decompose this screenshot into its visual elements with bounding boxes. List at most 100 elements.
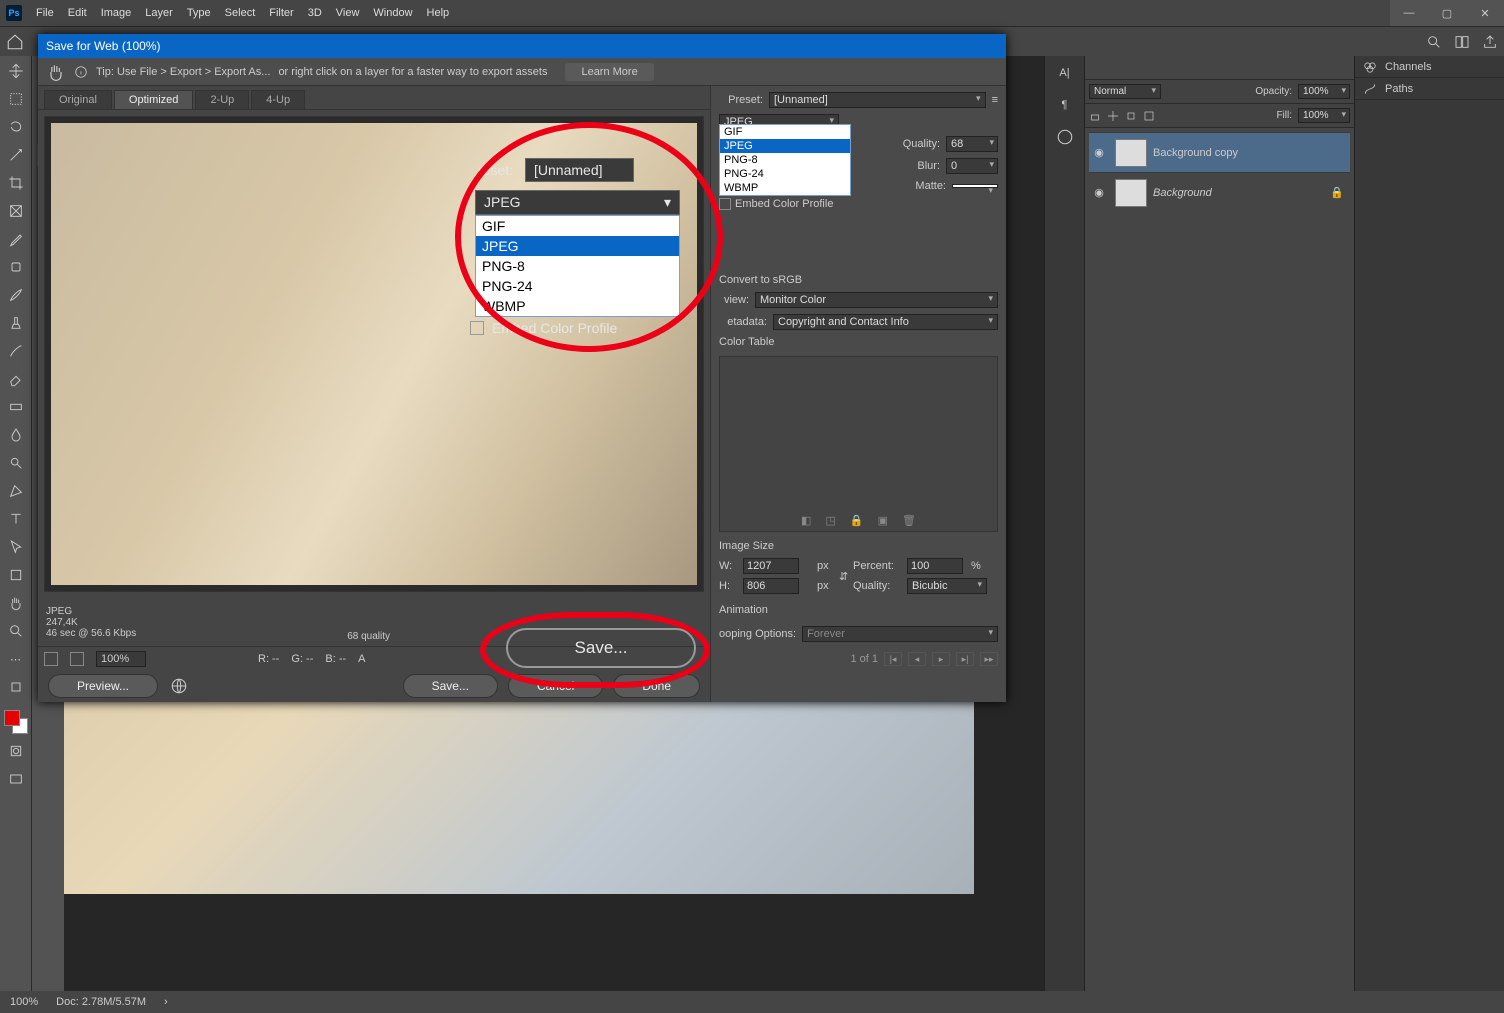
- more-tools[interactable]: ⋯: [4, 648, 28, 670]
- done-button[interactable]: Done: [613, 674, 700, 698]
- menu-layer[interactable]: Layer: [145, 7, 173, 19]
- close-button[interactable]: ✕: [1466, 0, 1504, 26]
- layer-name[interactable]: Background copy: [1153, 147, 1350, 159]
- first-frame-button[interactable]: |◂: [884, 652, 902, 666]
- next-frame-button[interactable]: ▸|: [956, 652, 974, 666]
- path-select-tool[interactable]: [4, 536, 28, 558]
- paths-tab[interactable]: Paths: [1355, 78, 1504, 100]
- color-swatches[interactable]: [4, 710, 28, 734]
- format-option-jpeg[interactable]: JPEG: [720, 139, 850, 153]
- percent-input[interactable]: [907, 558, 963, 574]
- pen-tool[interactable]: [4, 480, 28, 502]
- stamp-tool[interactable]: [4, 312, 28, 334]
- blur-tool[interactable]: [4, 424, 28, 446]
- hand-icon[interactable]: [46, 62, 66, 82]
- maximize-button[interactable]: ▢: [1428, 0, 1466, 26]
- last-frame-button[interactable]: ▸▸: [980, 652, 998, 666]
- menu-select[interactable]: Select: [225, 7, 256, 19]
- share-icon[interactable]: [1482, 34, 1498, 50]
- height-input[interactable]: [743, 578, 799, 594]
- tab-optimized[interactable]: Optimized: [114, 90, 194, 109]
- search-icon[interactable]: [1426, 34, 1442, 50]
- menu-window[interactable]: Window: [373, 7, 412, 19]
- eraser-tool[interactable]: [4, 368, 28, 390]
- lock-all-icon[interactable]: [1089, 110, 1101, 122]
- home-icon[interactable]: [6, 33, 24, 51]
- crop-tool[interactable]: [4, 172, 28, 194]
- cancel-button[interactable]: Cancel: [508, 674, 603, 698]
- preset-menu-icon[interactable]: ≡: [992, 94, 998, 106]
- brush-tool[interactable]: [4, 284, 28, 306]
- format-option-wbmp[interactable]: WBMP: [720, 181, 850, 195]
- save-button[interactable]: Save...: [403, 674, 498, 698]
- learn-more-button[interactable]: Learn More: [565, 63, 653, 81]
- blur-value[interactable]: 0: [946, 158, 998, 174]
- browser-preview-icon[interactable]: [170, 677, 188, 695]
- type-tool[interactable]: [4, 508, 28, 530]
- paragraph-panel-icon[interactable]: ¶: [1054, 94, 1076, 116]
- history-brush-tool[interactable]: [4, 340, 28, 362]
- frame-tool[interactable]: [4, 200, 28, 222]
- fill-value[interactable]: 100%: [1298, 108, 1350, 123]
- arrange-icon[interactable]: [1454, 34, 1470, 50]
- preview-button[interactable]: Preview...: [48, 674, 158, 698]
- slice-toggle-b[interactable]: [70, 652, 84, 666]
- zoom-input[interactable]: [96, 651, 146, 667]
- embed-color-profile-check[interactable]: Embed Color Profile: [719, 198, 998, 210]
- status-arrow[interactable]: ›: [164, 996, 168, 1008]
- dodge-tool[interactable]: [4, 452, 28, 474]
- channels-tab[interactable]: Channels: [1355, 56, 1504, 78]
- ct-new-icon[interactable]: ▣: [878, 514, 888, 527]
- lasso-tool[interactable]: [4, 116, 28, 138]
- hand-tool[interactable]: [4, 592, 28, 614]
- opacity-value[interactable]: 100%: [1298, 84, 1350, 99]
- quality-value[interactable]: 68: [946, 136, 998, 152]
- tab-4up[interactable]: 4-Up: [251, 90, 305, 109]
- menu-filter[interactable]: Filter: [269, 7, 293, 19]
- play-button[interactable]: ▸: [932, 652, 950, 666]
- visibility-toggle[interactable]: ◉: [1089, 146, 1109, 159]
- wand-tool[interactable]: [4, 144, 28, 166]
- ct-lock-icon[interactable]: 🔒: [850, 514, 864, 527]
- metadata-select[interactable]: Copyright and Contact Info: [773, 314, 998, 330]
- format-option-png24[interactable]: PNG-24: [720, 167, 850, 181]
- menu-type[interactable]: Type: [187, 7, 211, 19]
- edit-toolbar[interactable]: [4, 676, 28, 698]
- ct-trash-icon[interactable]: 🗑: [902, 514, 916, 527]
- marquee-tool[interactable]: [4, 88, 28, 110]
- shape-tool[interactable]: [4, 564, 28, 586]
- matte-swatch[interactable]: [952, 184, 998, 188]
- lock-pos-icon[interactable]: [1107, 110, 1119, 122]
- gradient-tool[interactable]: [4, 396, 28, 418]
- width-input[interactable]: [743, 558, 799, 574]
- link-icon[interactable]: ⇵: [839, 570, 849, 583]
- tab-2up[interactable]: 2-Up: [195, 90, 249, 109]
- format-option-png8[interactable]: PNG-8: [720, 153, 850, 167]
- zoom-tool[interactable]: [4, 620, 28, 642]
- ct-cube-icon[interactable]: ◳: [825, 514, 835, 527]
- minimize-button[interactable]: —: [1390, 0, 1428, 26]
- resample-select[interactable]: Bicubic: [907, 578, 987, 594]
- tab-original[interactable]: Original: [44, 90, 112, 109]
- lock-artboard-icon[interactable]: [1143, 110, 1155, 122]
- ct-map-icon[interactable]: ◧: [801, 514, 811, 527]
- quickmask-toggle[interactable]: [4, 740, 28, 762]
- blend-mode[interactable]: Normal: [1089, 84, 1161, 99]
- lock-pixel-icon[interactable]: [1125, 110, 1137, 122]
- format-option-gif[interactable]: GIF: [720, 125, 850, 139]
- format-dropdown-list[interactable]: GIF JPEG PNG-8 PNG-24 WBMP: [719, 124, 851, 196]
- menu-view[interactable]: View: [336, 7, 360, 19]
- slice-toggle-a[interactable]: [44, 652, 58, 666]
- convert-srgb-check[interactable]: Convert to sRGB: [719, 274, 998, 286]
- screenmode-toggle[interactable]: [4, 768, 28, 790]
- menu-image[interactable]: Image: [101, 7, 132, 19]
- preset-select[interactable]: [Unnamed]: [769, 92, 986, 108]
- eyedropper-tool[interactable]: [4, 228, 28, 250]
- move-tool[interactable]: [4, 60, 28, 82]
- menu-help[interactable]: Help: [427, 7, 450, 19]
- preview-image-area[interactable]: [44, 116, 704, 592]
- heal-tool[interactable]: [4, 256, 28, 278]
- menu-file[interactable]: File: [36, 7, 54, 19]
- character-panel-icon[interactable]: A|: [1054, 62, 1076, 84]
- layer-name[interactable]: Background: [1153, 187, 1330, 199]
